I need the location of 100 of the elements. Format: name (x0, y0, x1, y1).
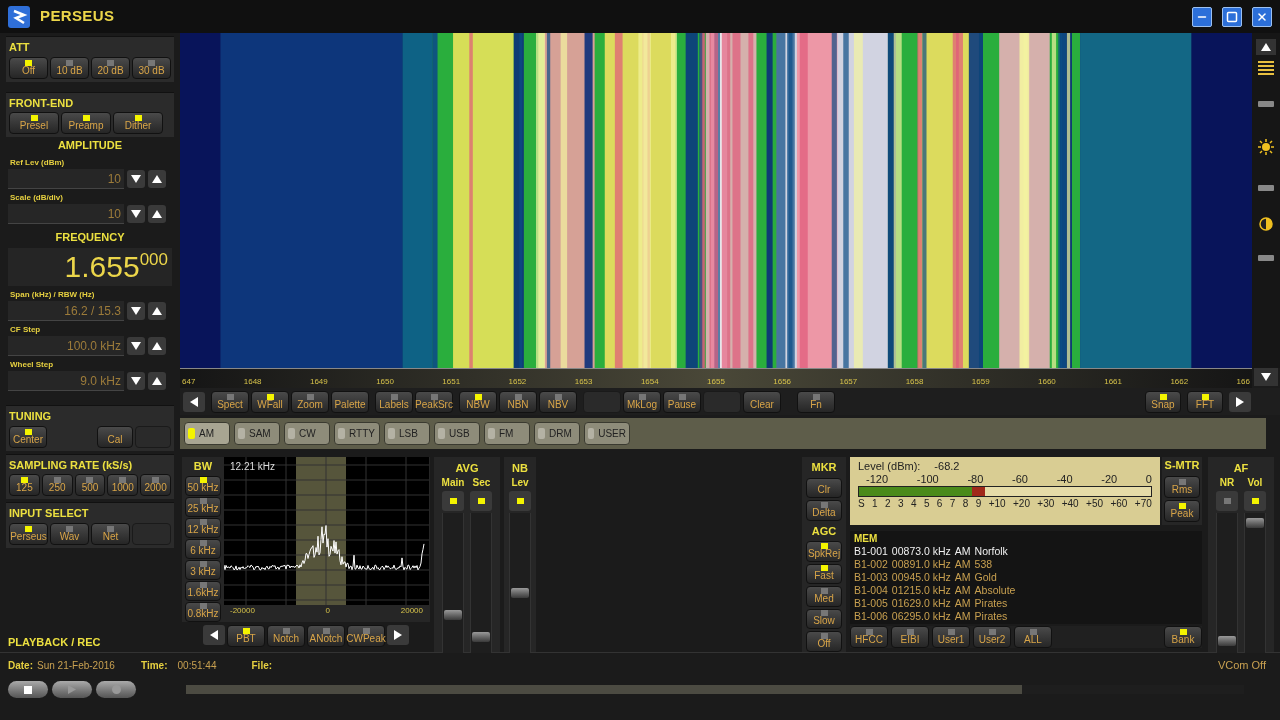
slider-thumb[interactable] (1218, 636, 1236, 646)
toggle-button[interactable]: SpkRej (806, 541, 842, 562)
toggle-button[interactable]: Spect (211, 390, 249, 413)
toggle-button[interactable]: NBN (499, 390, 537, 413)
mode-tab[interactable]: AM (184, 422, 230, 446)
decrease-button[interactable] (127, 302, 145, 320)
toggle-button[interactable]: 10 dB (50, 56, 89, 79)
toggle-button[interactable] (509, 490, 531, 511)
toggle-button[interactable]: Fn (797, 390, 835, 413)
slider-thumb[interactable] (444, 610, 462, 620)
toggle-button[interactable]: Wav (50, 522, 89, 545)
slider-thumb[interactable] (511, 587, 529, 598)
toggle-button[interactable]: 500 (74, 474, 106, 496)
toggle-button[interactable]: PeakSrc (415, 390, 453, 413)
memory-row[interactable]: B1-004 01215.0 kHz AM Absolute (854, 584, 1198, 597)
toggle-button[interactable]: 30 dB (132, 56, 171, 79)
toggle-button[interactable]: ANotch (307, 624, 345, 647)
toggle-button[interactable]: Med (806, 586, 842, 607)
toggle-button[interactable]: 12 kHz (185, 517, 221, 538)
toggle-button[interactable] (470, 490, 493, 511)
value-field[interactable]: 10 (8, 203, 124, 224)
toggle-button[interactable]: 3 kHz (185, 559, 221, 580)
toggle-button[interactable]: Net (91, 522, 130, 545)
toggle-button[interactable]: 1.6kHz (185, 580, 221, 601)
mode-tab[interactable]: RTTY (334, 422, 380, 446)
toggle-button[interactable]: Fast (806, 563, 842, 585)
toggle-button[interactable]: FFT (1187, 390, 1223, 413)
record-button[interactable] (96, 681, 136, 698)
toggle-button[interactable]: User2 (973, 626, 1011, 648)
toggle-button[interactable]: Notch (267, 624, 305, 647)
slider-handle[interactable] (1258, 101, 1274, 107)
mode-tab[interactable]: CW (284, 422, 330, 446)
toggle-button[interactable]: Peak (1164, 499, 1200, 522)
toggle-button[interactable]: Presel (9, 112, 59, 134)
scroll-down-button[interactable] (1254, 368, 1278, 386)
decrease-button[interactable] (127, 169, 145, 188)
value-field[interactable]: 9.0 kHz (8, 371, 124, 391)
toggle-button[interactable]: User1 (932, 626, 970, 648)
toggle-button[interactable]: PBT (227, 624, 265, 647)
toggle-button[interactable] (442, 490, 464, 511)
slider-thumb[interactable] (472, 632, 491, 643)
toggle-button[interactable]: Palette (331, 390, 369, 413)
toggle-button[interactable]: NBW (459, 390, 497, 413)
mode-tab[interactable]: LSB (384, 422, 430, 446)
mode-tab[interactable]: USB (434, 422, 480, 446)
mode-tab[interactable]: FM (484, 422, 530, 446)
toggle-button[interactable]: 125 (9, 474, 40, 496)
memory-row[interactable]: B1-003 00945.0 kHz AM Gold (854, 571, 1198, 584)
toggle-button[interactable]: 250 (41, 474, 73, 496)
decrease-button[interactable] (127, 372, 145, 390)
scroll-up-button[interactable] (1256, 39, 1276, 55)
toggle-button[interactable]: WFall (251, 390, 289, 413)
decrease-button[interactable] (127, 204, 145, 223)
mode-tab[interactable]: DRM (534, 422, 580, 446)
toggle-button[interactable]: CWPeak (347, 624, 385, 647)
increase-button[interactable] (148, 204, 166, 223)
toggle-button[interactable]: Clr (806, 477, 842, 499)
stop-button[interactable] (8, 681, 48, 698)
toggle-button[interactable]: 1000 (107, 474, 139, 496)
value-field[interactable]: 16.2 / 15.3 (8, 301, 124, 321)
play-button[interactable] (52, 681, 92, 698)
slider-thumb[interactable] (1246, 517, 1264, 528)
toggle-button[interactable]: 25 kHz (185, 496, 221, 517)
maximize-button[interactable] (1222, 6, 1242, 27)
increase-button[interactable] (148, 302, 166, 320)
toggle-button[interactable]: NBV (539, 390, 577, 413)
scroll-right-button[interactable] (1229, 391, 1251, 412)
toggle-button[interactable]: Preamp (61, 112, 111, 134)
close-button[interactable] (1252, 6, 1272, 27)
increase-button[interactable] (148, 169, 166, 188)
toggle-button[interactable]: Zoom (291, 390, 329, 413)
toggle-button[interactable]: Bank (1164, 626, 1202, 648)
memory-row[interactable]: B1-002 00891.0 kHz AM 538 (854, 558, 1198, 571)
toggle-button[interactable]: HFCC (850, 626, 888, 648)
slider-handle[interactable] (1258, 185, 1274, 191)
toggle-button[interactable]: MkLog (623, 390, 661, 413)
toggle-button[interactable]: Cal (97, 425, 133, 448)
memory-row[interactable]: B1-005 01629.0 kHz AM Pirates (854, 597, 1198, 610)
toggle-button[interactable]: Perseus (9, 522, 48, 545)
minimize-button[interactable] (1192, 6, 1212, 27)
increase-button[interactable] (148, 337, 166, 355)
toggle-button[interactable]: 2000 (140, 474, 171, 496)
toggle-button[interactable]: Slow (806, 608, 842, 630)
toggle-button[interactable]: Center (9, 425, 47, 448)
toggle-button[interactable] (1216, 490, 1238, 511)
mode-tab[interactable]: USER (584, 422, 630, 446)
decrease-button[interactable] (127, 337, 145, 355)
memory-row[interactable]: B1-006 06295.0 kHz AM Pirates (854, 610, 1198, 623)
toggle-button[interactable]: Pause (663, 390, 701, 413)
toggle-button[interactable]: Labels (375, 390, 413, 413)
scroll-left-button[interactable] (203, 624, 225, 645)
value-field[interactable]: 100.0 kHz (8, 336, 124, 356)
toggle-button[interactable]: Clear (743, 390, 781, 413)
value-field[interactable]: 10 (8, 168, 124, 189)
toggle-button[interactable]: ALL (1014, 626, 1052, 648)
toggle-button[interactable]: 20 dB (91, 56, 130, 79)
toggle-button[interactable]: 6 kHz (185, 538, 221, 559)
memory-row[interactable]: B1-001 00873.0 kHz AM Norfolk (854, 545, 1198, 558)
toggle-button[interactable]: Dither (113, 112, 163, 134)
slider-handle[interactable] (1258, 255, 1274, 261)
